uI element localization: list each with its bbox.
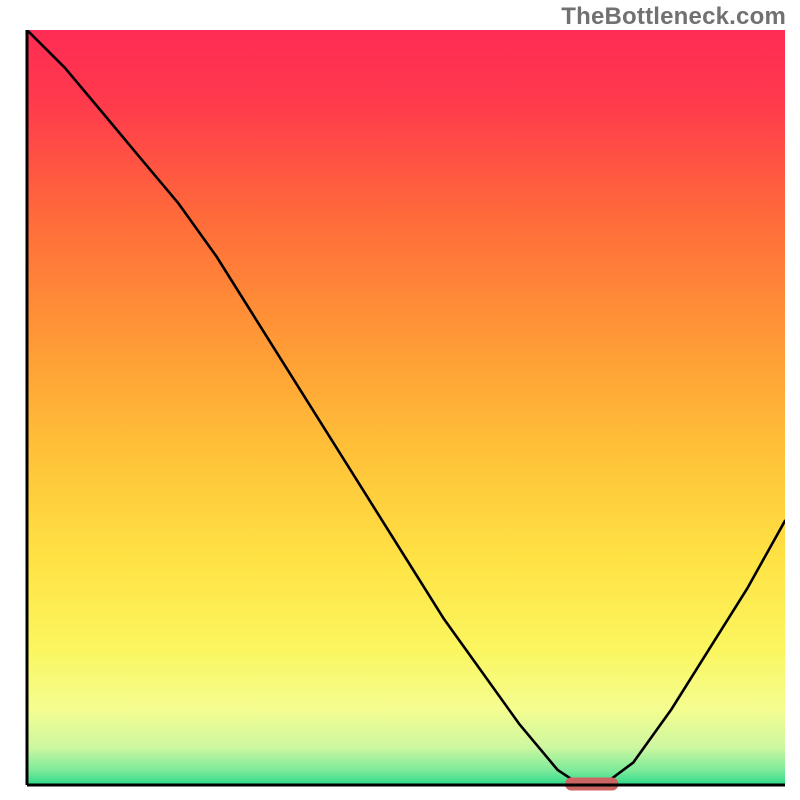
plot-area xyxy=(0,0,800,800)
gradient-background xyxy=(27,30,785,785)
chart-canvas: TheBottleneck.com xyxy=(0,0,800,800)
watermark-text: TheBottleneck.com xyxy=(561,3,786,31)
